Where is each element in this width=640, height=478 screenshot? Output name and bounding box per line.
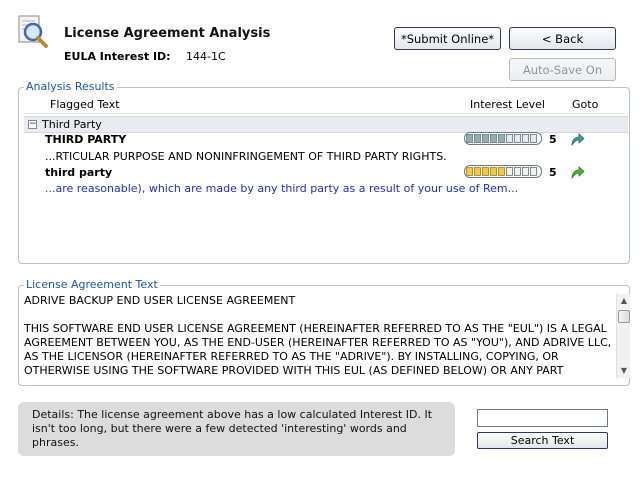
meter-segment bbox=[474, 167, 481, 176]
column-interest-level[interactable]: Interest Level bbox=[470, 98, 545, 111]
meter-segment bbox=[530, 134, 537, 143]
column-flagged-text[interactable]: Flagged Text bbox=[50, 98, 120, 111]
flagged-term[interactable]: third party bbox=[45, 166, 112, 179]
meter-segment bbox=[498, 134, 505, 143]
meter-segment bbox=[522, 134, 529, 143]
meter-segment bbox=[498, 167, 505, 176]
meter-segment bbox=[482, 167, 489, 176]
scroll-up-icon[interactable]: ▲ bbox=[617, 294, 631, 308]
flagged-snippet[interactable]: ...RTICULAR PURPOSE AND NONINFRINGEMENT … bbox=[45, 150, 447, 163]
goto-arrow-green-icon[interactable] bbox=[569, 164, 585, 180]
meter-segment bbox=[466, 167, 473, 176]
meter-segment bbox=[506, 167, 513, 176]
back-button[interactable]: < Back bbox=[509, 27, 616, 50]
result-group-label: Third Party bbox=[42, 118, 102, 131]
scroll-down-icon[interactable]: ▼ bbox=[617, 364, 631, 378]
collapse-icon[interactable]: − bbox=[28, 120, 37, 129]
meter-segment bbox=[514, 134, 521, 143]
meter-segment bbox=[514, 167, 521, 176]
results-column-header: Flagged Text Interest Level Goto bbox=[24, 96, 624, 114]
interest-score: 5 bbox=[549, 133, 557, 146]
goto-arrow-teal-icon[interactable] bbox=[569, 131, 585, 147]
search-text-button[interactable]: Search Text bbox=[477, 432, 608, 449]
meter-segment bbox=[466, 134, 473, 143]
analysis-magnifier-icon bbox=[16, 14, 50, 48]
details-message: Details: The license agreement above has… bbox=[18, 402, 455, 456]
interest-score: 5 bbox=[549, 166, 557, 179]
auto-save-button[interactable]: Auto-Save On bbox=[509, 58, 616, 81]
flagged-snippet[interactable]: ...are reasonable), which are made by an… bbox=[45, 182, 518, 195]
result-group-third-party[interactable]: − Third Party bbox=[24, 116, 628, 133]
analysis-results-title: Analysis Results bbox=[24, 80, 117, 93]
meter-segment bbox=[522, 167, 529, 176]
submit-online-button[interactable]: *Submit Online* bbox=[394, 27, 501, 50]
meter-segment bbox=[490, 167, 497, 176]
license-text-title: License Agreement Text bbox=[24, 278, 160, 291]
flagged-term[interactable]: THIRD PARTY bbox=[45, 133, 126, 146]
page-title: License Agreement Analysis bbox=[64, 26, 271, 41]
search-input[interactable] bbox=[477, 409, 608, 427]
column-goto[interactable]: Goto bbox=[572, 98, 598, 111]
eula-interest-id-label: EULA Interest ID: bbox=[64, 50, 171, 63]
interest-level-meter bbox=[464, 165, 542, 178]
scroll-thumb[interactable] bbox=[618, 310, 630, 323]
meter-segment bbox=[474, 134, 481, 143]
license-agreement-text[interactable]: ADRIVE BACKUP END USER LICENSE AGREEMENT… bbox=[24, 294, 616, 380]
meter-segment bbox=[530, 167, 537, 176]
meter-segment bbox=[490, 134, 497, 143]
eula-interest-id-value: 144-1C bbox=[186, 50, 226, 63]
meter-segment bbox=[506, 134, 513, 143]
license-text-scrollbar[interactable]: ▲ ▼ bbox=[616, 294, 630, 378]
meter-segment bbox=[482, 134, 489, 143]
interest-level-meter bbox=[464, 132, 542, 145]
